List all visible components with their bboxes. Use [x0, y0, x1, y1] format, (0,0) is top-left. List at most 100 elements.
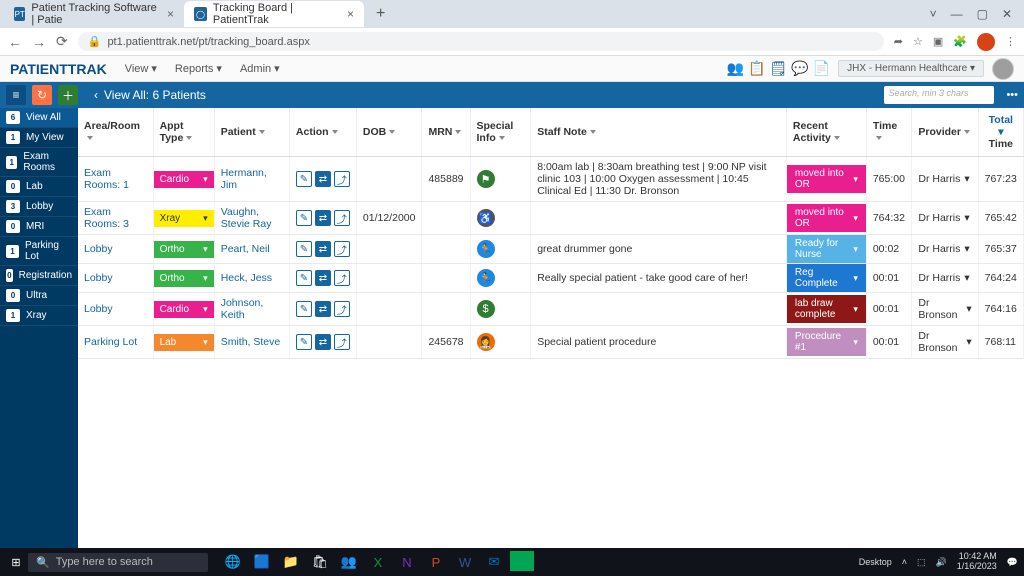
recent-activity-tag[interactable]: Reg Complete▾	[787, 264, 866, 292]
toggle-sidebar-button[interactable]: ≡	[6, 85, 26, 105]
task-powerpoint-icon[interactable]: P	[423, 551, 449, 573]
add-patient-button[interactable]: ＋	[58, 85, 78, 105]
task-app-icon[interactable]	[510, 551, 534, 571]
discharge-icon[interactable]: ⤴	[334, 171, 350, 187]
recent-activity-tag[interactable]: moved into OR▾	[787, 204, 866, 232]
task-word-icon[interactable]: W	[452, 551, 478, 573]
column-header[interactable]: DOB	[356, 108, 422, 157]
sidebar-item-mri[interactable]: 0MRI	[0, 217, 78, 237]
column-header[interactable]: Action	[289, 108, 356, 157]
patient-name-cell[interactable]: Peart, Neil	[214, 235, 289, 264]
patient-name-cell[interactable]: Smith, Steve	[214, 326, 289, 359]
edit-icon[interactable]: ✎	[296, 171, 312, 187]
task-teams-icon[interactable]: 👥	[336, 551, 362, 573]
provider-cell[interactable]: Dr Bronson▾	[912, 326, 978, 359]
edit-icon[interactable]: ✎	[296, 301, 312, 317]
list-icon[interactable]: 🗒	[769, 60, 787, 77]
recent-activity-tag[interactable]: Procedure #1▾	[787, 328, 866, 356]
people-icon[interactable]: 👥	[727, 60, 744, 77]
patient-name-cell[interactable]: Hermann, Jim	[214, 157, 289, 202]
column-header[interactable]: Total ▾Time	[978, 108, 1023, 157]
move-icon[interactable]: ⇄	[315, 241, 331, 257]
column-header[interactable]: Recent Activity	[786, 108, 866, 157]
more-options-button[interactable]: •••	[1006, 89, 1018, 101]
new-tab-button[interactable]: +	[370, 5, 391, 23]
minimize-icon[interactable]: —	[951, 7, 963, 21]
sidebar-item-lobby[interactable]: 3Lobby	[0, 197, 78, 217]
forward-icon[interactable]: →	[32, 34, 46, 50]
patient-name-cell[interactable]: Vaughn, Stevie Ray	[214, 202, 289, 235]
tray-chevron-icon[interactable]: ˄	[902, 557, 907, 567]
provider-cell[interactable]: Dr Harris▾	[912, 264, 978, 293]
menu-reports[interactable]: Reports▾	[175, 62, 222, 75]
patient-search-input[interactable]: Search, min 3 chars	[884, 86, 994, 104]
puzzle-icon[interactable]: 🧩	[953, 35, 967, 48]
area-cell[interactable]: Exam Rooms: 1	[78, 157, 153, 202]
maximize-icon[interactable]: ▢	[977, 7, 988, 21]
column-header[interactable]: Patient	[214, 108, 289, 157]
discharge-icon[interactable]: ⤴	[334, 241, 350, 257]
refresh-button[interactable]: ↻	[32, 85, 52, 105]
recent-activity-tag[interactable]: lab draw complete▾	[787, 295, 866, 323]
reload-icon[interactable]: ⟳	[56, 33, 68, 50]
star-icon[interactable]: ☆	[913, 35, 923, 48]
sidebar-item-registration[interactable]: 0Registration	[0, 266, 78, 286]
close-icon[interactable]: ×	[167, 7, 174, 21]
windows-search-input[interactable]: 🔍 Type here to search	[28, 553, 208, 572]
chevron-down-icon[interactable]: ˅	[930, 7, 937, 21]
move-icon[interactable]: ⇄	[315, 210, 331, 226]
document-icon[interactable]: 📄	[813, 60, 830, 77]
cast-icon[interactable]: ▣	[933, 35, 943, 48]
appt-type-tag[interactable]: Ortho▾	[154, 241, 214, 258]
appt-type-tag[interactable]: Cardio▾	[154, 301, 214, 318]
facility-selector[interactable]: JHX - Hermann Healthcare ▾	[838, 60, 984, 77]
column-header[interactable]: Special Info	[470, 108, 531, 157]
edit-icon[interactable]: ✎	[296, 241, 312, 257]
start-button[interactable]: ⊞	[6, 552, 26, 572]
close-icon[interactable]: ×	[347, 7, 354, 21]
provider-cell[interactable]: Dr Harris▾	[912, 202, 978, 235]
edit-icon[interactable]: ✎	[296, 270, 312, 286]
appt-type-tag[interactable]: Ortho▾	[154, 270, 214, 287]
appt-type-tag[interactable]: Cardio▾	[154, 171, 214, 188]
menu-admin[interactable]: Admin▾	[240, 62, 280, 75]
user-menu-button[interactable]	[992, 58, 1014, 80]
discharge-icon[interactable]: ⤴	[334, 210, 350, 226]
provider-cell[interactable]: Dr Harris▾	[912, 157, 978, 202]
sidebar-item-parking-lot[interactable]: 1Parking Lot	[0, 237, 78, 266]
column-header[interactable]: Time	[866, 108, 912, 157]
recent-activity-tag[interactable]: Ready for Nurse▾	[787, 235, 866, 263]
browser-tab[interactable]: PT Patient Tracking Software | Patie ×	[4, 1, 184, 27]
close-window-icon[interactable]: ✕	[1002, 7, 1012, 21]
chat-icon[interactable]: 💬	[791, 60, 808, 77]
profile-avatar-icon[interactable]	[977, 33, 995, 51]
task-edge-icon[interactable]: 🟦	[249, 551, 275, 573]
browser-tab-active[interactable]: ◯ Tracking Board | PatientTrak ×	[184, 1, 364, 27]
tray-notifications-icon[interactable]: 💬	[1007, 557, 1018, 568]
column-header[interactable]: Area/Room	[78, 108, 153, 157]
column-header[interactable]: Staff Note	[531, 108, 787, 157]
tray-wifi-icon[interactable]: ⬚	[917, 557, 926, 568]
url-input[interactable]: 🔒 pt1.patienttrak.net/pt/tracking_board.…	[78, 32, 884, 51]
patient-name-cell[interactable]: Heck, Jess	[214, 264, 289, 293]
discharge-icon[interactable]: ⤴	[334, 270, 350, 286]
menu-view[interactable]: View▾	[125, 62, 157, 75]
task-store-icon[interactable]: 🛍	[307, 551, 333, 573]
discharge-icon[interactable]: ⤴	[334, 334, 350, 350]
area-cell[interactable]: Lobby	[78, 264, 153, 293]
back-icon[interactable]: ←	[8, 34, 22, 50]
task-onenote-icon[interactable]: N	[394, 551, 420, 573]
tray-clock[interactable]: 10:42 AM 1/16/2023	[957, 552, 997, 572]
area-cell[interactable]: Lobby	[78, 293, 153, 326]
column-header[interactable]: MRN	[422, 108, 470, 157]
recent-activity-tag[interactable]: moved into OR▾	[787, 165, 866, 193]
discharge-icon[interactable]: ⤴	[334, 301, 350, 317]
app-logo[interactable]: PATIENTTRAK	[10, 61, 107, 77]
move-icon[interactable]: ⇄	[315, 270, 331, 286]
task-explorer-icon[interactable]: 📁	[278, 551, 304, 573]
area-cell[interactable]: Lobby	[78, 235, 153, 264]
sidebar-item-view-all[interactable]: 6View All	[0, 108, 78, 128]
sidebar-item-exam-rooms[interactable]: 1Exam Rooms	[0, 148, 78, 177]
move-icon[interactable]: ⇄	[315, 301, 331, 317]
task-chrome-icon[interactable]: 🌐	[220, 551, 246, 573]
